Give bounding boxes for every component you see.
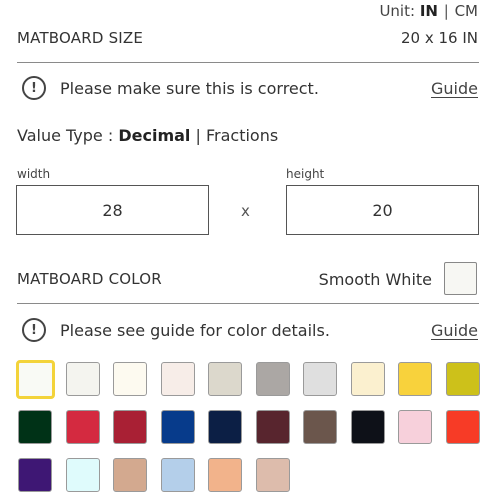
color-swatch[interactable] — [160, 458, 195, 492]
info-icon: ! — [22, 76, 46, 100]
value-type-separator: | — [195, 126, 201, 145]
value-type-toggle: Value Type : Decimal | Fractions — [17, 126, 278, 145]
color-swatch[interactable] — [398, 410, 432, 444]
color-swatch[interactable] — [445, 362, 480, 396]
value-type-fractions[interactable]: Fractions — [206, 126, 278, 145]
value-type-decimal[interactable]: Decimal — [118, 126, 190, 145]
size-guide-link[interactable]: Guide — [431, 79, 478, 98]
color-swatch[interactable] — [303, 410, 337, 444]
unit-toggle: Unit: IN | CM — [379, 2, 478, 20]
color-swatch[interactable] — [255, 362, 290, 396]
color-swatch[interactable] — [350, 362, 385, 396]
color-swatch[interactable] — [445, 410, 480, 444]
color-swatch[interactable] — [160, 410, 195, 444]
unit-option-in[interactable]: IN — [420, 2, 438, 20]
matboard-size-value: 20 x 16 IN — [401, 29, 478, 47]
color-swatch[interactable] — [65, 362, 100, 396]
color-swatch[interactable] — [18, 410, 52, 444]
color-swatch[interactable] — [113, 410, 147, 444]
selected-color-preview — [444, 262, 477, 295]
color-swatch[interactable] — [255, 458, 290, 492]
size-divider — [17, 62, 479, 63]
width-input[interactable]: 28 — [16, 185, 209, 235]
height-label: height — [286, 167, 325, 181]
color-divider — [17, 303, 479, 304]
color-swatch[interactable] — [16, 360, 55, 399]
unit-separator: | — [443, 2, 449, 20]
size-notice-text: Please make sure this is correct. — [60, 79, 319, 98]
height-input[interactable]: 20 — [286, 185, 479, 235]
color-swatch[interactable] — [208, 362, 242, 396]
color-swatch[interactable] — [113, 458, 147, 492]
matboard-size-label: MATBOARD SIZE — [17, 29, 144, 47]
color-swatch[interactable] — [208, 458, 242, 492]
unit-label: Unit: — [379, 2, 416, 20]
color-swatch[interactable] — [303, 362, 337, 396]
color-swatch[interactable] — [350, 410, 385, 444]
times-symbol: x — [241, 202, 250, 220]
color-swatch[interactable] — [65, 410, 100, 444]
color-swatch[interactable] — [255, 410, 290, 444]
color-notice-text: Please see guide for color details. — [60, 321, 330, 340]
color-guide-link[interactable]: Guide — [431, 321, 478, 340]
info-icon: ! — [22, 318, 46, 342]
color-swatch[interactable] — [160, 362, 195, 396]
color-swatch[interactable] — [18, 458, 52, 492]
color-swatch[interactable] — [208, 410, 242, 444]
color-swatch[interactable] — [65, 458, 100, 492]
unit-option-cm[interactable]: CM — [455, 2, 478, 20]
value-type-label: Value Type : — [17, 126, 114, 145]
selected-color-name: Smooth White — [318, 270, 432, 289]
color-swatch[interactable] — [113, 362, 147, 396]
color-swatch[interactable] — [398, 362, 432, 396]
matboard-color-label: MATBOARD COLOR — [17, 270, 162, 288]
width-label: width — [17, 167, 51, 181]
